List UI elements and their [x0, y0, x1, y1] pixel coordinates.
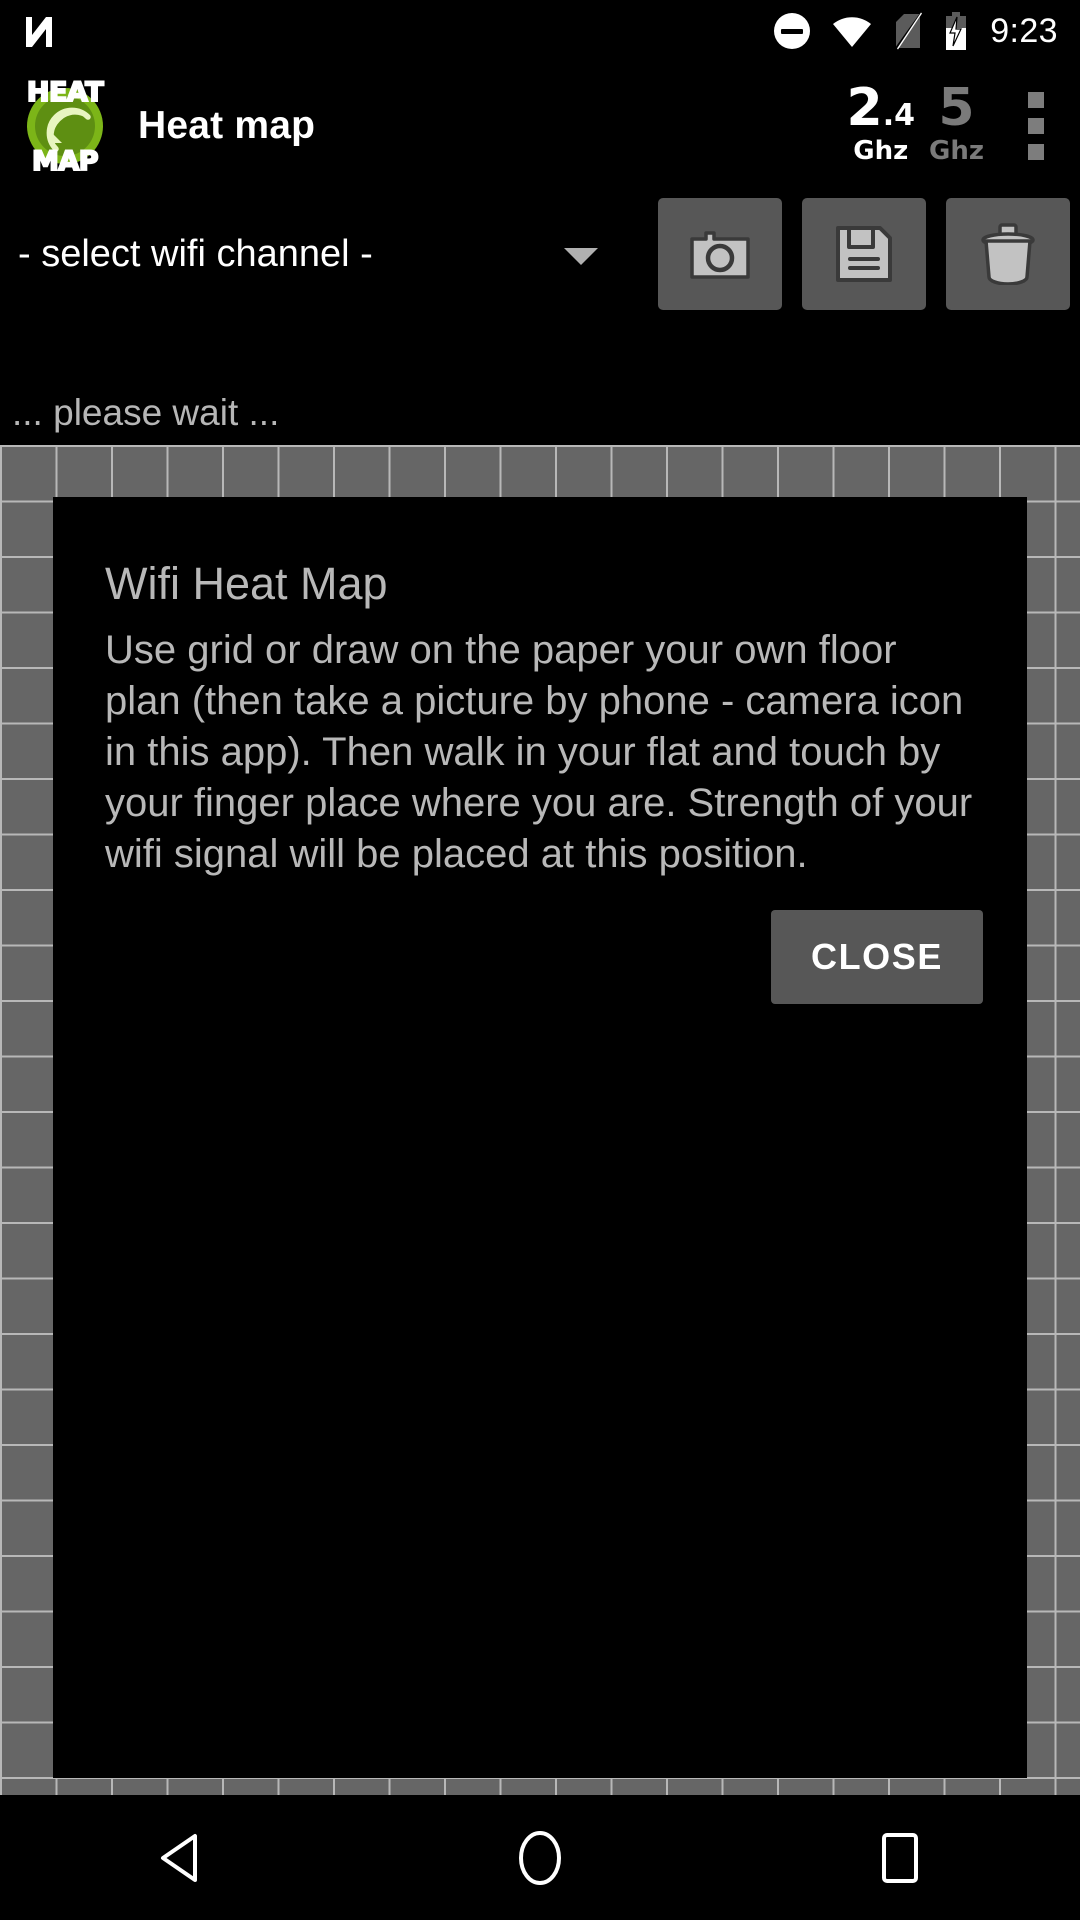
nav-home-button[interactable]	[465, 1795, 615, 1920]
info-dialog: Wifi Heat Map Use grid or draw on the pa…	[53, 497, 1027, 1778]
camera-button[interactable]	[658, 198, 782, 310]
nav-back-button[interactable]	[105, 1795, 255, 1920]
wifi-channel-select[interactable]: - select wifi channel -	[0, 190, 638, 318]
logo-bottom-text: MAP	[31, 145, 100, 178]
close-button[interactable]: CLOSE	[770, 910, 983, 1005]
wifi-channel-select-label: - select wifi channel -	[18, 232, 373, 275]
no-sim-icon	[894, 12, 923, 50]
page-title: Heat map	[138, 104, 316, 147]
do-not-disturb-icon	[774, 13, 811, 49]
logo-top-text: HEAT	[26, 76, 105, 109]
save-button[interactable]	[802, 198, 926, 310]
status-bar-right: 9:23	[774, 12, 1080, 50]
camera-icon	[690, 231, 750, 279]
status-bar-clock: 9:23	[990, 12, 1058, 50]
overflow-dot-icon	[1028, 92, 1044, 108]
android-navigation-bar	[0, 1795, 1080, 1920]
nfc-icon	[22, 13, 56, 49]
trash-icon	[981, 223, 1035, 285]
status-bar-left	[0, 13, 56, 49]
dialog-actions: CLOSE	[53, 880, 1027, 1005]
channel-toolbar: - select wifi channel -	[0, 190, 1080, 318]
app-screen: 9:23 HEAT MAP Heat map 2.4 Ghz 5 Ghz - s…	[0, 0, 1080, 1920]
dialog-message: Use grid or draw on the paper your own f…	[105, 627, 973, 877]
band-2ghz-button[interactable]: 2.4 Ghz	[847, 82, 915, 164]
delete-button[interactable]	[946, 198, 1070, 310]
overflow-dot-icon	[1028, 118, 1044, 134]
wifi-icon	[832, 13, 872, 49]
band-2ghz-value: 2.4	[846, 78, 916, 138]
app-logo: HEAT MAP	[18, 76, 112, 178]
floppy-disk-icon	[836, 226, 892, 282]
band-5ghz-button[interactable]: 5 Ghz	[929, 82, 984, 164]
back-icon	[161, 1833, 197, 1882]
recents-icon	[882, 1832, 918, 1883]
app-bar: HEAT MAP Heat map 2.4 Ghz 5 Ghz	[0, 62, 1080, 190]
status-message: ... please wait ...	[12, 391, 280, 433]
band-5ghz-value: 5	[938, 78, 975, 138]
dialog-title: Wifi Heat Map	[105, 558, 388, 609]
battery-charging-icon	[944, 12, 968, 50]
home-icon	[519, 1830, 561, 1885]
nav-recents-button[interactable]	[825, 1795, 975, 1920]
status-bar: 9:23	[0, 0, 1080, 62]
band-5ghz-unit: Ghz	[929, 136, 984, 166]
band-2ghz-unit: Ghz	[853, 136, 909, 166]
overflow-dot-icon	[1028, 144, 1044, 160]
chevron-down-icon	[564, 248, 598, 265]
band-selector: 2.4 Ghz 5 Ghz	[847, 82, 984, 170]
overflow-menu-button[interactable]	[1006, 81, 1066, 171]
